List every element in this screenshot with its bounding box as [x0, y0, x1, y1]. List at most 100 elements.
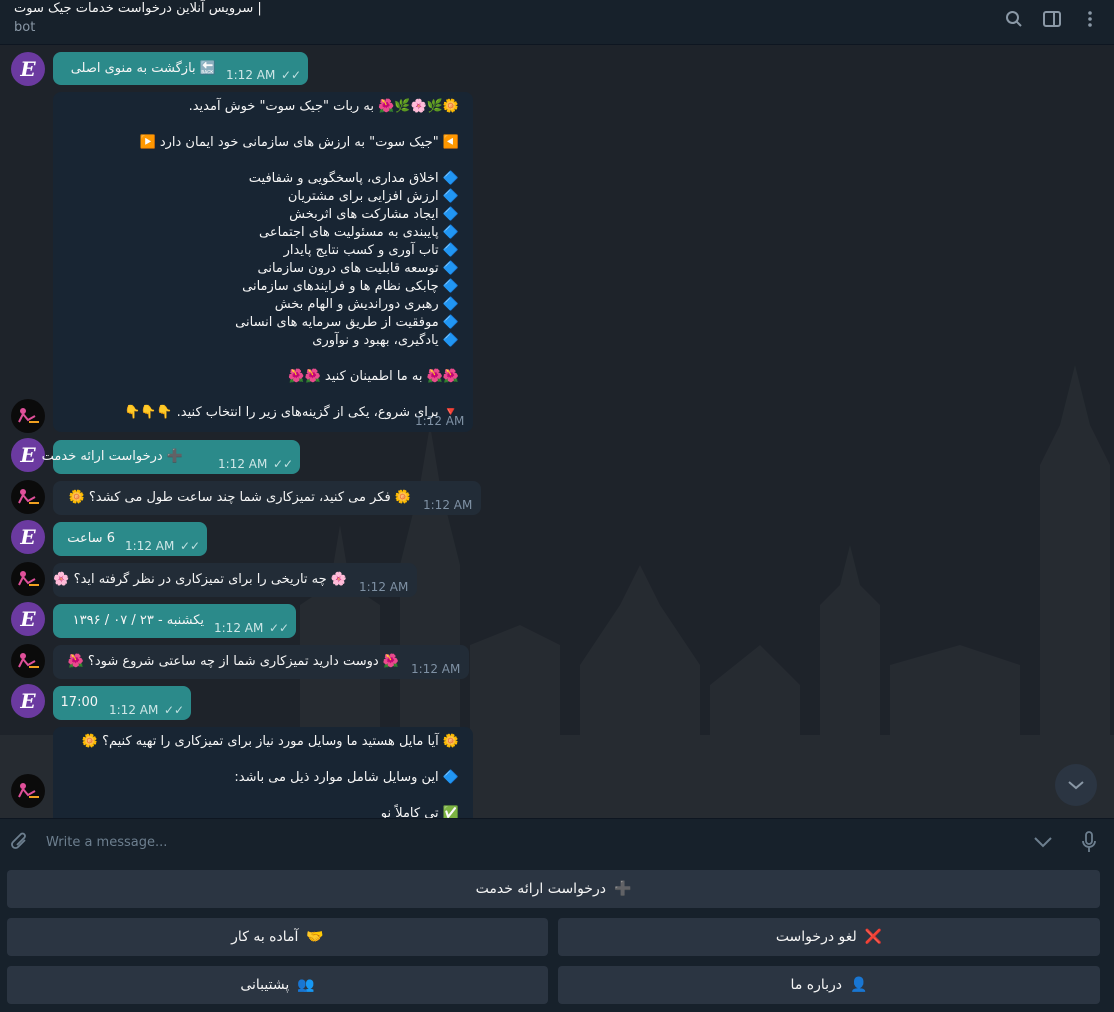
message-text: 🔙 بازگشت به منوی اصلی	[71, 60, 216, 78]
microphone-icon[interactable]	[1078, 831, 1100, 853]
message-line: 🌼 آیا مایل هستید ما وسایل مورد نیاز برای…	[81, 734, 459, 749]
message-text: 🌺 دوست دارید تمیزکاری شما از چه ساعتی شر…	[67, 654, 399, 669]
message-line	[82, 751, 459, 769]
message-line: 🔻 برای شروع، یکی از گزینه‌های زیر را انت…	[123, 405, 459, 420]
user-avatar[interactable]: E	[11, 52, 45, 86]
incoming-message[interactable]: 🌼 آیا مایل هستید ما وسایل مورد نیاز برای…	[53, 727, 473, 818]
bot-avatar[interactable]	[11, 774, 45, 808]
users-icon: 👥	[297, 977, 315, 993]
cross-icon: ❌	[864, 929, 883, 945]
request-service-button[interactable]: ➕ درخواست ارائه خدمت	[7, 870, 1100, 908]
value-item: 🔷 ایجاد مشارکت های اثربخش	[289, 207, 459, 222]
message-time: 1:12 AM	[226, 68, 276, 82]
read-check-icon: ✓✓	[180, 539, 201, 553]
read-check-icon: ✓✓	[269, 621, 290, 635]
bot-avatar[interactable]	[11, 562, 45, 596]
message-time: 1:12 AM	[109, 703, 159, 717]
value-item: 🔷 اخلاق مداری، پاسخگویی و شفافیت	[248, 171, 459, 186]
sidebar-toggle-icon[interactable]	[1041, 8, 1063, 30]
avatar-letter: E	[20, 525, 36, 549]
value-item: 🔷 رهبری دوراندیش و الهام بخش	[274, 297, 459, 312]
message-text: 🌸 چه تاریخی را برای تمیزکاری در نظر گرفت…	[53, 572, 347, 587]
message-line	[82, 787, 459, 805]
user-avatar[interactable]: E	[11, 684, 45, 718]
bot-avatar[interactable]	[11, 480, 45, 514]
cancel-request-button[interactable]: ❌ لغو درخواست	[558, 918, 1100, 956]
plus-emoji-icon: ➕	[166, 449, 183, 464]
message-line	[124, 350, 459, 368]
value-item: 🔷 چابکی نظام ها و فرایندهای سازمانی	[242, 279, 459, 294]
value-item: 🔷 تاب آوری و کسب نتایج پایدار	[283, 243, 459, 258]
welcome-message-lines: 🌼🌿🌸🌿🌺 به ربات "جیک سوت" خوش آمدید. ◀️ "ج…	[124, 98, 459, 422]
scroll-down-button[interactable]	[1055, 764, 1097, 806]
chat-title[interactable]: سرویس آنلاین درخواست خدمات جیک سوت |	[14, 1, 262, 16]
message-time: 1:12 AM	[411, 662, 461, 676]
value-item: 🔷 ارزش افزایی برای مشتریان	[287, 189, 459, 204]
message-time: 1:12 AM	[125, 539, 175, 553]
value-item: 🔷 پایبندی به مسئولیت های اجتماعی	[259, 225, 459, 240]
bot-avatar[interactable]	[11, 399, 45, 433]
button-label: لغو درخواست	[775, 929, 857, 945]
button-label: پشتیبانی	[240, 977, 290, 993]
avatar-letter: E	[20, 607, 36, 631]
incoming-message[interactable]: 🌸 چه تاریخی را برای تمیزکاری در نظر گرفت…	[53, 563, 417, 597]
read-check-icon: ✓✓	[281, 68, 302, 82]
handshake-icon: 🤝	[306, 929, 324, 945]
user-avatar[interactable]: E	[11, 438, 45, 472]
incoming-message[interactable]: 🌺 دوست دارید تمیزکاری شما از چه ساعتی شر…	[53, 645, 469, 679]
button-label: درخواست ارائه خدمت	[475, 881, 606, 897]
message-time: 1:12 AM	[359, 580, 409, 594]
message-time: 1:12 AM	[214, 621, 264, 635]
value-item: 🔷 موفقیت از طریق سرمایه های انسانی	[235, 315, 459, 330]
incoming-message[interactable]: 🌼 فکر می کنید، تمیزکاری شما چند ساعت طول…	[53, 481, 481, 515]
message-body: یکشنبه - ۲۳ / ۰۷ / ۱۳۹۶	[72, 613, 204, 628]
value-item: 🔷 یادگیری، بهبود و نوآوری	[312, 333, 459, 348]
outgoing-message[interactable]: 6 ساعت 1:12 AM ✓✓	[53, 522, 207, 556]
message-time: 1:12 AM	[218, 457, 268, 471]
message-input[interactable]	[44, 827, 1008, 857]
about-us-button[interactable]: 👤 درباره ما	[558, 966, 1100, 1004]
message-line	[124, 116, 459, 134]
outgoing-message[interactable]: 17:00 1:12 AM ✓✓	[53, 686, 191, 720]
search-icon[interactable]	[1003, 8, 1025, 30]
message-line: ◀️ "جیک سوت" به ارزش های سازمانی خود ایم…	[139, 135, 459, 150]
message-line: 🌺🌺 به ما اطمینان کنید 🌺🌺	[288, 369, 459, 384]
read-check-icon: ✓✓	[164, 703, 185, 717]
user-avatar[interactable]: E	[11, 520, 45, 554]
message-text: ➕ درخواست ارائه خدمت	[42, 448, 183, 466]
message-text: 🌼 فکر می کنید، تمیزکاری شما چند ساعت طول…	[68, 490, 411, 505]
outgoing-message[interactable]: ➕ درخواست ارائه خدمت 1:12 AM ✓✓	[42, 440, 300, 474]
bot-keyboard: ➕ درخواست ارائه خدمت ❌ لغو درخواست 🤝 آماده …	[0, 864, 1114, 1012]
user-avatar[interactable]: E	[11, 602, 45, 636]
avatar-letter: E	[20, 57, 36, 81]
user-icon: 👤	[850, 977, 868, 993]
support-button[interactable]: 👥 پشتیبانی	[7, 966, 548, 1004]
more-options-icon[interactable]	[1079, 8, 1101, 30]
plus-icon: ➕	[613, 881, 632, 897]
message-line	[124, 152, 459, 170]
message-line: 🌼🌿🌸🌿🌺 به ربات "جیک سوت" خوش آمدید.	[188, 99, 459, 114]
message-line	[124, 386, 459, 404]
message-line: ✅ تی کاملاً نو	[380, 806, 459, 818]
button-label: درباره ما	[790, 977, 843, 993]
message-line: 🔷 این وسایل شامل موارد ذیل می باشد:	[234, 770, 459, 785]
message-lines: 🌼 آیا مایل هستید ما وسایل مورد نیاز برای…	[82, 733, 459, 818]
message-body: 17:00	[60, 695, 98, 710]
message-text: 17:00	[61, 694, 98, 712]
outgoing-message[interactable]: 🔙 بازگشت به منوی اصلی 1:12 AM ✓✓	[53, 52, 308, 85]
chevron-down-icon	[1068, 781, 1084, 790]
chat-subtitle: bot	[14, 20, 36, 35]
message-list[interactable]: E 🔙 بازگشت به منوی اصلی 1:12 AM ✓✓ 🌼🌿🌸🌿🌺…	[0, 45, 1114, 818]
outgoing-message[interactable]: یکشنبه - ۲۳ / ۰۷ / ۱۳۹۶ 1:12 AM ✓✓	[53, 604, 296, 638]
welcome-message[interactable]: 🌼🌿🌸🌿🌺 به ربات "جیک سوت" خوش آمدید. ◀️ "ج…	[53, 92, 473, 432]
attach-icon[interactable]	[9, 831, 31, 853]
keyboard-toggle-icon[interactable]	[1032, 831, 1054, 853]
message-time: 1:12 AM	[415, 414, 465, 428]
ready-to-work-button[interactable]: 🤝 آماده به کار	[7, 918, 548, 956]
avatar-letter: E	[20, 443, 36, 467]
message-composer	[0, 818, 1114, 864]
message-body: بازگشت به منوی اصلی	[70, 61, 196, 76]
bot-avatar[interactable]	[11, 644, 45, 678]
read-check-icon: ✓✓	[273, 457, 294, 471]
back-emoji-icon: 🔙	[199, 61, 216, 76]
